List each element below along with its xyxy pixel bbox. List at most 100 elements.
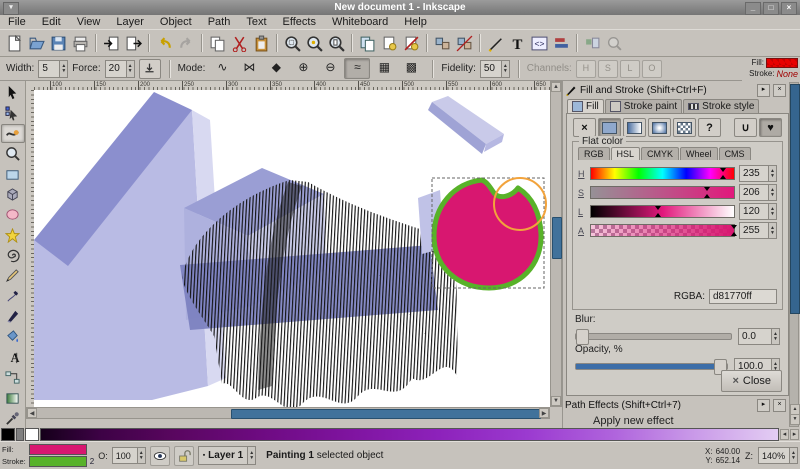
l-value-spinner[interactable]: 120▲▼ — [739, 203, 777, 220]
master-opacity-spinner[interactable]: 100 ▲▼ — [112, 447, 146, 464]
palette-black-swatch[interactable] — [1, 428, 15, 441]
palette-gray-swatch[interactable] — [16, 428, 24, 441]
maximize-button[interactable]: □ — [763, 2, 779, 15]
clone-button[interactable] — [378, 32, 400, 54]
colortab-wheel[interactable]: Wheel — [680, 147, 718, 160]
colortab-rgb[interactable]: RGB — [578, 147, 610, 160]
width-spinner[interactable]: 5 ▲▼ — [38, 60, 68, 78]
drawing-canvas[interactable] — [34, 90, 550, 407]
fill-rule-evenodd-button[interactable]: ∪ — [734, 118, 757, 137]
scroll-left-arrow[interactable]: ◀ — [27, 408, 37, 418]
connector-tool-button[interactable] — [1, 368, 25, 387]
pattern-fill-button[interactable] — [673, 118, 696, 137]
calligraphy-tool-button[interactable] — [1, 307, 25, 326]
fill-stroke-dialog-button[interactable] — [484, 32, 506, 54]
zoom-drawing-button[interactable] — [303, 32, 325, 54]
fidelity-spinner[interactable]: 50 ▲▼ — [480, 60, 510, 78]
star-tool-button[interactable] — [1, 226, 25, 245]
copy-button[interactable] — [206, 32, 228, 54]
text-tool-button[interactable]: A — [1, 348, 25, 367]
tweak-mode-1-button[interactable]: ⋈ — [236, 58, 262, 79]
scroll-right-arrow[interactable]: ▶ — [539, 408, 549, 418]
paint-bucket-tool-button[interactable] — [1, 327, 25, 346]
horizontal-scrollbar[interactable]: ◀ ▶ — [26, 407, 550, 419]
selector-tool-button[interactable] — [1, 83, 25, 102]
duplicate-button[interactable] — [356, 32, 378, 54]
fill-stroke-indicator[interactable]: Fill: Stroke: 2 — [2, 444, 94, 467]
use-pressure-button[interactable] — [139, 59, 161, 79]
menu-effects[interactable]: Effects — [275, 16, 324, 28]
horizontal-scroll-thumb[interactable] — [231, 409, 541, 419]
undo-button[interactable] — [153, 32, 175, 54]
channel-h-button[interactable]: H — [576, 60, 596, 78]
tweak-tool-button[interactable] — [1, 124, 25, 143]
h-slider[interactable] — [590, 167, 735, 180]
current-fill-swatch[interactable] — [29, 444, 87, 455]
print-button[interactable] — [69, 32, 91, 54]
open-button[interactable] — [25, 32, 47, 54]
spiral-tool-button[interactable] — [1, 246, 25, 265]
tweak-mode-5-button[interactable]: ≈ — [344, 58, 370, 79]
colortab-cms[interactable]: CMS — [719, 147, 751, 160]
cut-button[interactable] — [228, 32, 250, 54]
import-button[interactable] — [100, 32, 122, 54]
tweak-mode-4-button[interactable]: ⊖ — [317, 58, 343, 79]
blur-slider[interactable] — [575, 333, 732, 340]
vertical-scroll-thumb[interactable] — [552, 217, 562, 259]
tab-fill[interactable]: Fill — [567, 99, 604, 114]
gradient-tool-button[interactable] — [1, 388, 25, 407]
apply-new-effect-label[interactable]: Apply new effect — [593, 415, 674, 427]
menu-whiteboard[interactable]: Whiteboard — [324, 16, 396, 28]
tab-stroke-paint[interactable]: Stroke paint — [605, 99, 682, 114]
layer-visibility-toggle[interactable] — [150, 446, 170, 466]
text-dialog-button[interactable]: T — [506, 32, 528, 54]
zoom-spinner[interactable]: 140% ▲▼ — [758, 447, 798, 464]
group-button[interactable] — [431, 32, 453, 54]
linear-gradient-button[interactable] — [623, 118, 646, 137]
menu-view[interactable]: View — [69, 16, 109, 28]
s-slider[interactable] — [590, 186, 735, 199]
rectangle-tool-button[interactable] — [1, 164, 25, 183]
colortab-hsl[interactable]: HSL — [611, 147, 641, 160]
menu-help[interactable]: Help — [396, 16, 435, 28]
minimize-button[interactable]: _ — [745, 2, 761, 15]
paste-button[interactable] — [250, 32, 272, 54]
unlink-clone-button[interactable] — [400, 32, 422, 54]
no-paint-button[interactable]: × — [573, 118, 596, 137]
menu-edit[interactable]: Edit — [34, 16, 69, 28]
style-stroke-value[interactable]: None — [776, 69, 798, 79]
channel-o-button[interactable]: O — [642, 60, 662, 78]
scroll-down-arrow[interactable]: ▼ — [551, 396, 561, 406]
ungroup-button[interactable] — [453, 32, 475, 54]
window-menu-button[interactable]: ▾ — [3, 2, 19, 15]
zoom-page-button[interactable] — [325, 32, 347, 54]
menu-file[interactable]: File — [0, 16, 34, 28]
zoom-tool-button[interactable] — [1, 144, 25, 163]
find-button[interactable] — [603, 32, 625, 54]
align-dialog-button[interactable] — [550, 32, 572, 54]
h-value-spinner[interactable]: 235▲▼ — [739, 165, 777, 182]
path-effects-header[interactable]: Path Effects (Shift+Ctrl+7) ▸ × — [565, 398, 786, 413]
channel-s-button[interactable]: S — [598, 60, 618, 78]
fill-rule-nonzero-button[interactable]: ♥ — [759, 118, 782, 137]
pencil-tool-button[interactable] — [1, 266, 25, 285]
layer-selector[interactable]: ▪ Layer 1 ▲▼ — [198, 446, 256, 465]
s-value-spinner[interactable]: 206▲▼ — [739, 184, 777, 201]
tweak-mode-3-button[interactable]: ⊕ — [290, 58, 316, 79]
zoom-selection-button[interactable] — [281, 32, 303, 54]
dock-scroll-thumb[interactable] — [790, 84, 800, 314]
palette-scroll-right[interactable]: ▸ — [790, 429, 799, 440]
pe-expand-button[interactable]: ▸ — [757, 399, 770, 412]
node-editor-tool-button[interactable] — [1, 103, 25, 122]
dock-scroll-down-arrow[interactable]: ▼ — [790, 414, 800, 425]
selected-blob-path[interactable] — [434, 180, 541, 288]
rgba-input[interactable]: d81770ff — [709, 289, 777, 304]
dock-scrollbar[interactable]: ▲ ▼ — [789, 82, 799, 427]
menu-text[interactable]: Text — [238, 16, 274, 28]
panel-expand-button[interactable]: ▸ — [757, 84, 770, 97]
palette-gradient-swatches[interactable] — [40, 428, 779, 441]
export-button[interactable] — [122, 32, 144, 54]
style-fill-swatch[interactable] — [766, 58, 798, 68]
scroll-up-arrow[interactable]: ▲ — [551, 82, 561, 92]
tweak-mode-2-button[interactable]: ◆ — [263, 58, 289, 79]
